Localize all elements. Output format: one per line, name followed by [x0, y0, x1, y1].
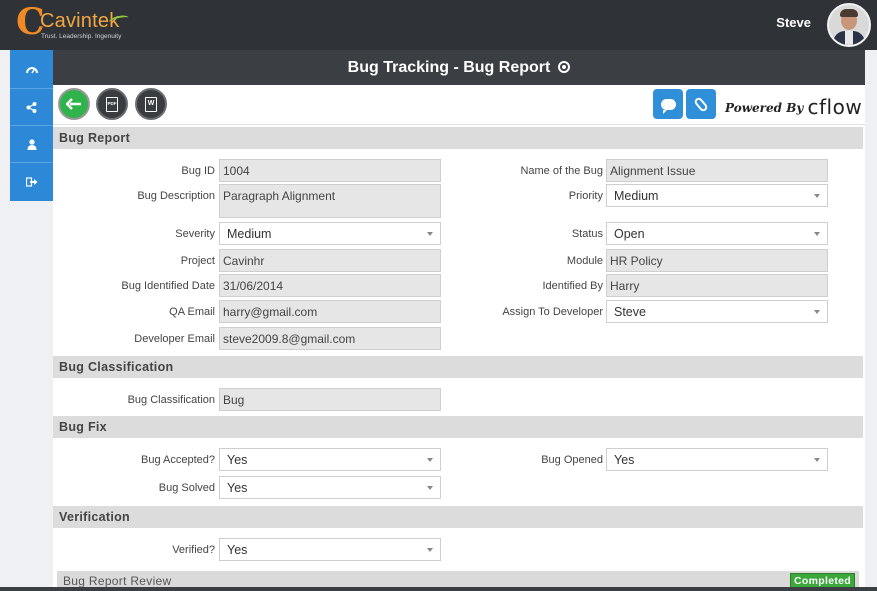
priority-select[interactable]: Medium — [606, 184, 828, 207]
chevron-down-icon — [814, 310, 820, 314]
right-gutter — [865, 50, 877, 591]
bottom-edge — [0, 587, 877, 591]
cflow-brand: cflow — [807, 95, 863, 119]
bug-id-label: Bug ID — [181, 165, 215, 177]
workflow-status-icon[interactable] — [558, 61, 571, 73]
avatar[interactable] — [827, 3, 871, 47]
verified-select[interactable]: Yes — [219, 538, 441, 561]
page-title: Bug Tracking - Bug Report — [347, 59, 551, 76]
qa-email-field[interactable]: harry@gmail.com — [219, 300, 441, 323]
module-label: Module — [566, 255, 603, 267]
logout-icon — [25, 176, 37, 187]
user-icon — [27, 138, 36, 150]
bug-description-label: Bug Description — [137, 190, 215, 202]
avatar-shirt — [845, 31, 853, 45]
pdf-icon: PDF — [106, 96, 118, 112]
cavintek-logo[interactable]: C Cavintek Trust. Leadership. Ingenuity — [16, 2, 136, 44]
chat-icon — [660, 98, 676, 114]
section-bug-report: Bug Report — [53, 127, 863, 149]
sidebar-item-share[interactable] — [10, 89, 53, 126]
review-title: Bug Report Review — [63, 574, 172, 588]
bug-classification-field[interactable]: Bug — [219, 388, 441, 411]
bug-opened-value: Yes — [614, 453, 635, 467]
share-icon — [26, 101, 37, 113]
logo-tagline: Trust. Leadership. Ingenuity — [41, 33, 122, 40]
toolbar: PDF W Powered By cflow — [53, 85, 865, 125]
developer-email-label: Developer Email — [134, 333, 215, 345]
sidebar-item-logout[interactable] — [10, 163, 53, 200]
identified-date-label: Bug Identified Date — [121, 280, 215, 292]
assign-developer-select[interactable]: Steve — [606, 300, 828, 323]
export-pdf-button[interactable]: PDF — [96, 88, 128, 120]
sidebar — [10, 50, 53, 201]
status-label: Status — [571, 228, 603, 240]
comments-button[interactable] — [653, 89, 683, 119]
identified-date-field[interactable]: 31/06/2014 — [219, 274, 441, 297]
bug-name-field[interactable]: Alignment Issue — [606, 159, 828, 182]
status-badge: Completed — [790, 573, 855, 588]
avatar-hair — [840, 9, 858, 17]
chevron-down-icon — [427, 486, 433, 490]
arrow-left-icon — [66, 98, 81, 110]
back-button[interactable] — [58, 88, 90, 120]
sidebar-item-user[interactable] — [10, 126, 53, 163]
bug-accepted-value: Yes — [227, 453, 248, 467]
qa-email-label: QA Email — [169, 306, 215, 318]
chevron-down-icon — [814, 194, 820, 198]
status-select[interactable]: Open — [606, 222, 828, 245]
bug-opened-label: Bug Opened — [541, 454, 603, 466]
main-panel: Bug Tracking - Bug Report PDF W Powered … — [53, 50, 865, 591]
severity-label: Severity — [175, 228, 215, 240]
bug-opened-select[interactable]: Yes — [606, 448, 828, 471]
identified-by-field[interactable]: Harry — [606, 274, 828, 297]
bug-classification-label: Bug Classification — [127, 394, 215, 406]
verified-value: Yes — [227, 543, 248, 557]
logo-text: Cavintek — [40, 10, 120, 32]
top-bar: C Cavintek Trust. Leadership. Ingenuity … — [0, 0, 877, 50]
severity-value: Medium — [227, 227, 272, 241]
powered-by-cflow: Powered By cflow — [725, 93, 863, 119]
attachments-button[interactable] — [686, 89, 716, 119]
dashboard-icon — [25, 67, 38, 74]
bug-accepted-label: Bug Accepted? — [140, 454, 215, 466]
bug-solved-select[interactable]: Yes — [219, 476, 441, 499]
section-bug-fix: Bug Fix — [53, 416, 863, 438]
project-label: Project — [180, 255, 215, 267]
bug-id-field[interactable]: 1004 — [219, 159, 441, 182]
module-field[interactable]: HR Policy — [606, 249, 828, 272]
bug-name-label: Name of the Bug — [520, 165, 603, 177]
developer-email-field[interactable]: steve2009.8@gmail.com — [219, 327, 441, 350]
word-icon: W — [145, 96, 157, 112]
sidebar-item-dashboard[interactable] — [10, 52, 53, 89]
bug-solved-value: Yes — [227, 481, 248, 495]
project-field[interactable]: Cavinhr — [219, 249, 441, 272]
user-name[interactable]: Steve — [776, 15, 811, 30]
identified-by-label: Identified By — [542, 280, 603, 292]
bug-accepted-select[interactable]: Yes — [219, 448, 441, 471]
chevron-down-icon — [814, 458, 820, 462]
bug-description-field[interactable]: Paragraph Alignment — [219, 184, 441, 218]
chevron-down-icon — [814, 232, 820, 236]
export-word-button[interactable]: W — [135, 88, 167, 120]
bug-solved-label: Bug Solved — [158, 482, 215, 494]
priority-label: Priority — [568, 190, 603, 202]
section-verification: Verification — [53, 506, 863, 528]
page-title-bar: Bug Tracking - Bug Report — [53, 50, 865, 85]
severity-select[interactable]: Medium — [219, 222, 441, 245]
assign-developer-label: Assign To Developer — [502, 306, 603, 318]
priority-value: Medium — [614, 189, 659, 203]
paperclip-icon — [693, 95, 709, 113]
section-bug-classification: Bug Classification — [53, 356, 863, 378]
powered-by-label: Powered By — [725, 101, 804, 115]
chevron-down-icon — [427, 458, 433, 462]
chevron-down-icon — [427, 548, 433, 552]
status-value: Open — [614, 227, 645, 241]
assign-developer-value: Steve — [614, 305, 646, 319]
verified-label: Verified? — [172, 544, 215, 556]
chevron-down-icon — [427, 232, 433, 236]
